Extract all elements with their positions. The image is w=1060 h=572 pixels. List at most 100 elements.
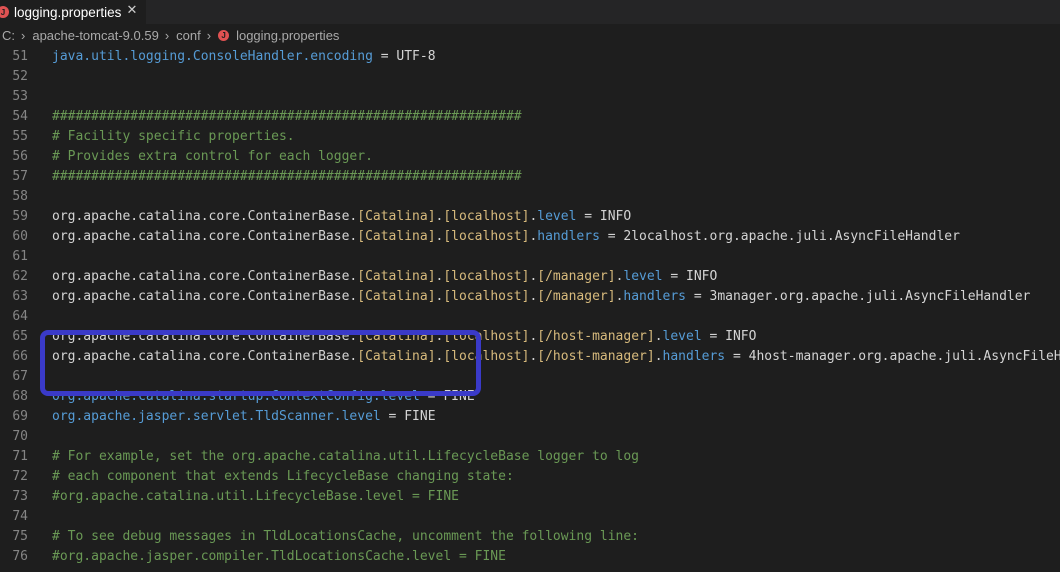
code-text: org.apache.catalina.core.ContainerBase.[… xyxy=(52,207,631,227)
code-token: java.util.logging.ConsoleHandler.encodin… xyxy=(52,49,373,64)
code-text: org.apache.catalina.core.ContainerBase.[… xyxy=(52,287,1030,307)
code-line[interactable]: 76 #org.apache.jasper.compiler.TldLocatio… xyxy=(0,547,1060,567)
code-line[interactable]: 73 #org.apache.catalina.util.LifecycleBas… xyxy=(0,487,1060,507)
code-line[interactable]: 53 xyxy=(0,87,1060,107)
breadcrumb-item-file[interactable]: logging.properties xyxy=(234,28,341,43)
code-token: [localhost] xyxy=(443,289,530,304)
code-line[interactable]: 75 # To see debug messages in TldLocation… xyxy=(0,527,1060,547)
code-token: handlers xyxy=(537,229,600,244)
code-line[interactable]: 62 org.apache.catalina.core.ContainerBase… xyxy=(0,267,1060,287)
line-number: 74 xyxy=(12,509,28,524)
code-line[interactable]: 54 ######################################… xyxy=(0,107,1060,127)
code-line[interactable]: 56 # Provides extra control for each logg… xyxy=(0,147,1060,167)
code-token: [localhost] xyxy=(443,269,530,284)
line-number: 52 xyxy=(12,69,28,84)
code-line[interactable]: 58 xyxy=(0,187,1060,207)
code-line[interactable]: 74 xyxy=(0,507,1060,527)
code-token: # Facility specific properties. xyxy=(52,129,295,144)
code-line[interactable]: 52 xyxy=(0,67,1060,87)
line-number: 64 xyxy=(12,309,28,324)
code-token: = INFO xyxy=(576,209,632,224)
code-token: [/host-manager] xyxy=(537,329,655,344)
code-line[interactable]: 71 # For example, set the org.apache.cata… xyxy=(0,447,1060,467)
chevron-right-icon: › xyxy=(206,27,212,43)
code-token: = 2localhost.org.apache.juli.AsyncFileHa… xyxy=(599,229,960,244)
code-token: handlers xyxy=(623,289,687,304)
breadcrumb-item-tomcat[interactable]: apache-tomcat-9.0.59 xyxy=(30,28,160,43)
code-token: #org.apache.catalina.util.LifecycleBase.… xyxy=(52,489,459,504)
line-number: 66 xyxy=(12,349,28,364)
code-line[interactable]: 57 ######################################… xyxy=(0,167,1060,187)
code-text: #org.apache.catalina.util.LifecycleBase.… xyxy=(52,487,459,507)
code-editor[interactable]: 51 java.util.logging.ConsoleHandler.encod… xyxy=(0,47,1060,572)
code-line[interactable]: 60 org.apache.catalina.core.ContainerBase… xyxy=(0,227,1060,247)
breadcrumb: C: › apache-tomcat-9.0.59 › conf › J log… xyxy=(0,24,1060,46)
code-line[interactable]: 69 org.apache.jasper.servlet.TldScanner.l… xyxy=(0,407,1060,427)
code-line[interactable]: 61 xyxy=(0,247,1060,267)
code-line[interactable]: 70 xyxy=(0,427,1060,447)
line-number: 62 xyxy=(12,269,28,284)
code-line[interactable]: 51 java.util.logging.ConsoleHandler.encod… xyxy=(0,47,1060,67)
code-text: org.apache.jasper.servlet.TldScanner.lev… xyxy=(52,407,436,427)
code-text: ########################################… xyxy=(52,167,522,187)
code-token: ########################################… xyxy=(52,109,522,124)
code-token: = 4host-manager.org.apache.juli.AsyncFil… xyxy=(732,349,1060,364)
line-number: 60 xyxy=(12,229,28,244)
code-token: org.apache.catalina.core.ContainerBase. xyxy=(52,229,358,244)
line-number: 70 xyxy=(12,429,28,444)
code-line[interactable]: 59 org.apache.catalina.core.ContainerBase… xyxy=(0,207,1060,227)
code-token: [/manager] xyxy=(537,289,616,304)
code-token: [Catalina] xyxy=(357,269,436,284)
code-line[interactable]: 72 # each component that extends Lifecycl… xyxy=(0,467,1060,487)
line-number: 67 xyxy=(12,369,28,384)
line-number: 58 xyxy=(12,189,28,204)
line-number: 57 xyxy=(12,169,28,184)
chevron-right-icon: › xyxy=(21,27,26,43)
java-config-icon: J xyxy=(218,29,230,41)
code-line[interactable]: 64 xyxy=(0,307,1060,327)
code-token: # each component that extends LifecycleB… xyxy=(52,469,514,484)
code-token: [Catalina] xyxy=(357,209,436,224)
code-token: [Catalina] xyxy=(357,229,436,244)
code-text: # To see debug messages in TldLocationsC… xyxy=(52,527,639,547)
code-token: handlers xyxy=(662,349,726,364)
code-line[interactable]: 63 org.apache.catalina.core.ContainerBase… xyxy=(0,287,1060,307)
code-text: # For example, set the org.apache.catali… xyxy=(52,447,639,467)
breadcrumb-item-conf[interactable]: conf xyxy=(174,28,203,43)
code-token: . xyxy=(654,349,663,364)
code-text: #org.apache.jasper.compiler.TldLocations… xyxy=(52,547,506,567)
code-token: level xyxy=(623,269,663,284)
code-token: #org.apache.jasper.compiler.TldLocations… xyxy=(52,549,506,564)
line-number: 54 xyxy=(12,109,28,124)
code-token: = 3manager.org.apache.juli.AsyncFileHand… xyxy=(686,289,1031,304)
line-number: 65 xyxy=(12,329,28,344)
code-text: java.util.logging.ConsoleHandler.encodin… xyxy=(52,47,436,67)
line-number: 71 xyxy=(12,449,28,464)
code-text: # Provides extra control for each logger… xyxy=(52,147,373,167)
code-token: [/host-manager] xyxy=(537,349,655,364)
tab-label: logging.properties xyxy=(14,4,122,20)
code-token: # To see debug messages in TldLocationsC… xyxy=(52,529,639,544)
code-token: level xyxy=(537,209,577,224)
breadcrumb-item-drive[interactable]: C: xyxy=(0,28,17,43)
line-number: 63 xyxy=(12,289,28,304)
code-text: # Facility specific properties. xyxy=(52,127,295,147)
code-token: ########################################… xyxy=(52,169,522,184)
code-text: ########################################… xyxy=(52,107,522,127)
line-number: 76 xyxy=(12,549,28,564)
close-icon[interactable]: ✕ xyxy=(124,3,140,19)
line-number: 61 xyxy=(12,249,28,264)
code-token: org.apache.catalina.core.ContainerBase. xyxy=(52,289,358,304)
tab-logging-properties[interactable]: J logging.properties ✕ xyxy=(0,0,146,24)
code-token: [Catalina] xyxy=(357,289,436,304)
line-number: 56 xyxy=(12,149,28,164)
code-line[interactable]: 55 # Facility specific properties. xyxy=(0,127,1060,147)
code-token: # For example, set the org.apache.catali… xyxy=(52,449,639,464)
line-number: 75 xyxy=(12,529,28,544)
code-token: org.apache.jasper.servlet.TldScanner.lev… xyxy=(52,409,381,424)
code-token: [/manager] xyxy=(537,269,616,284)
annotation-highlight-box xyxy=(40,330,481,396)
line-number: 53 xyxy=(12,89,28,104)
code-token: org.apache.catalina.core.ContainerBase. xyxy=(52,269,358,284)
code-token: org.apache.catalina.core.ContainerBase. xyxy=(52,209,358,224)
